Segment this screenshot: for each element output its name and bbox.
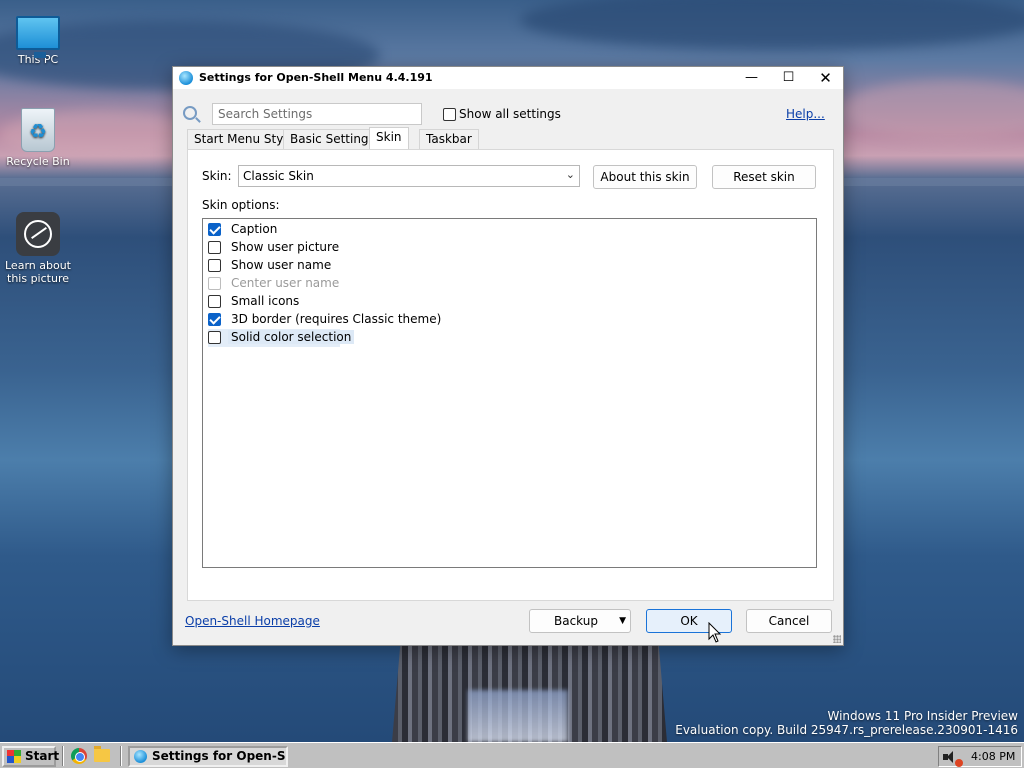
watermark-line-2: Evaluation copy. Build 25947.rs_prerelea…: [675, 723, 1018, 737]
system-tray: 4:08 PM: [938, 746, 1022, 767]
option-label: Show user name: [231, 258, 332, 272]
settings-dialog: Settings for Open-Shell Menu 4.4.191 — ☐…: [172, 66, 844, 646]
start-button[interactable]: Start: [2, 746, 60, 767]
help-link[interactable]: Help...: [786, 107, 825, 121]
checkbox-checked[interactable]: [208, 313, 221, 326]
camera-info-icon: [16, 212, 60, 256]
search-icon: [183, 106, 197, 120]
start-label: Start: [25, 749, 60, 763]
option-label: 3D border (requires Classic theme): [231, 312, 442, 326]
taskbar: Start Settings for Open-She... 4:08 PM: [0, 742, 1024, 768]
cancel-button[interactable]: Cancel: [746, 609, 832, 633]
volume-muted-icon[interactable]: [943, 750, 963, 767]
tab-taskbar[interactable]: Taskbar: [419, 129, 479, 149]
minimize-button[interactable]: —: [733, 67, 770, 89]
close-button[interactable]: ✕: [807, 67, 844, 89]
backup-button[interactable]: Backup ▼: [529, 609, 631, 633]
skin-option-solid-color-selection[interactable]: Solid color selection: [208, 329, 355, 347]
checkbox[interactable]: [208, 331, 221, 344]
title-bar[interactable]: Settings for Open-Shell Menu 4.4.191 — ☐…: [173, 67, 843, 89]
resize-grip-icon[interactable]: [833, 635, 841, 643]
maximize-button[interactable]: ☐: [770, 67, 807, 89]
windows-logo-icon: [7, 750, 21, 763]
open-shell-icon: [134, 750, 147, 763]
skin-tab-panel: Skin: Classic Skin ⌄ About this skin Res…: [187, 149, 834, 601]
taskbar-window-settings[interactable]: Settings for Open-She...: [128, 746, 288, 767]
skin-options-list: Caption Show user picture Show user name…: [202, 218, 817, 568]
show-all-settings-checkbox[interactable]: [443, 108, 456, 121]
taskbar-separator: [62, 746, 64, 766]
taskbar-window-label: Settings for Open-She...: [152, 749, 286, 763]
chrome-icon[interactable]: [71, 748, 87, 764]
taskbar-separator: [120, 746, 122, 766]
desktop-icon-learn-about-picture[interactable]: Learn about this picture: [0, 212, 76, 285]
option-label: Center user name: [231, 276, 340, 290]
tab-basic-settings[interactable]: Basic Settings: [283, 129, 382, 149]
file-explorer-icon[interactable]: [94, 746, 110, 762]
pier-reflection: [468, 690, 568, 742]
computer-icon: [16, 16, 60, 58]
skin-label: Skin:: [202, 169, 232, 183]
checkbox-checked[interactable]: [208, 223, 221, 236]
windows-watermark: Windows 11 Pro Insider Preview Evaluatio…: [675, 709, 1018, 737]
watermark-line-1: Windows 11 Pro Insider Preview: [827, 709, 1018, 723]
checkbox[interactable]: [208, 295, 221, 308]
open-shell-homepage-link[interactable]: Open-Shell Homepage: [185, 614, 320, 628]
search-input[interactable]: [212, 103, 422, 125]
clock[interactable]: 4:08 PM: [971, 750, 1015, 763]
reset-skin-button[interactable]: Reset skin: [712, 165, 816, 189]
option-label: Show user picture: [231, 240, 340, 254]
desktop-icon-label: Recycle Bin: [6, 155, 70, 168]
desktop-icon-this-pc[interactable]: This PC: [0, 10, 76, 66]
dropdown-arrow-icon: ▼: [619, 616, 626, 626]
cloud: [840, 80, 1024, 140]
option-label: Small icons: [231, 294, 300, 308]
cloud: [520, 0, 1024, 50]
window-title: Settings for Open-Shell Menu 4.4.191: [199, 71, 433, 84]
desktop-icon-recycle-bin[interactable]: ♻ Recycle Bin: [0, 108, 76, 168]
open-shell-icon: [179, 71, 193, 85]
skin-dropdown[interactable]: Classic Skin ⌄: [238, 165, 580, 187]
recycle-bin-icon: ♻: [21, 108, 55, 152]
option-label: Caption: [231, 222, 278, 236]
chevron-down-icon: ⌄: [565, 168, 575, 181]
tab-skin[interactable]: Skin: [369, 127, 409, 149]
skin-options-label: Skin options:: [202, 198, 280, 212]
checkbox-disabled: [208, 277, 221, 290]
desktop-icon-label: Learn about this picture: [5, 259, 71, 285]
show-all-settings-label: Show all settings: [459, 107, 561, 121]
about-skin-button[interactable]: About this skin: [593, 165, 697, 189]
skin-selected-value: Classic Skin: [243, 169, 314, 183]
backup-button-label: Backup: [554, 614, 598, 628]
option-label: Solid color selection: [228, 330, 355, 344]
checkbox[interactable]: [208, 259, 221, 272]
checkbox[interactable]: [208, 241, 221, 254]
